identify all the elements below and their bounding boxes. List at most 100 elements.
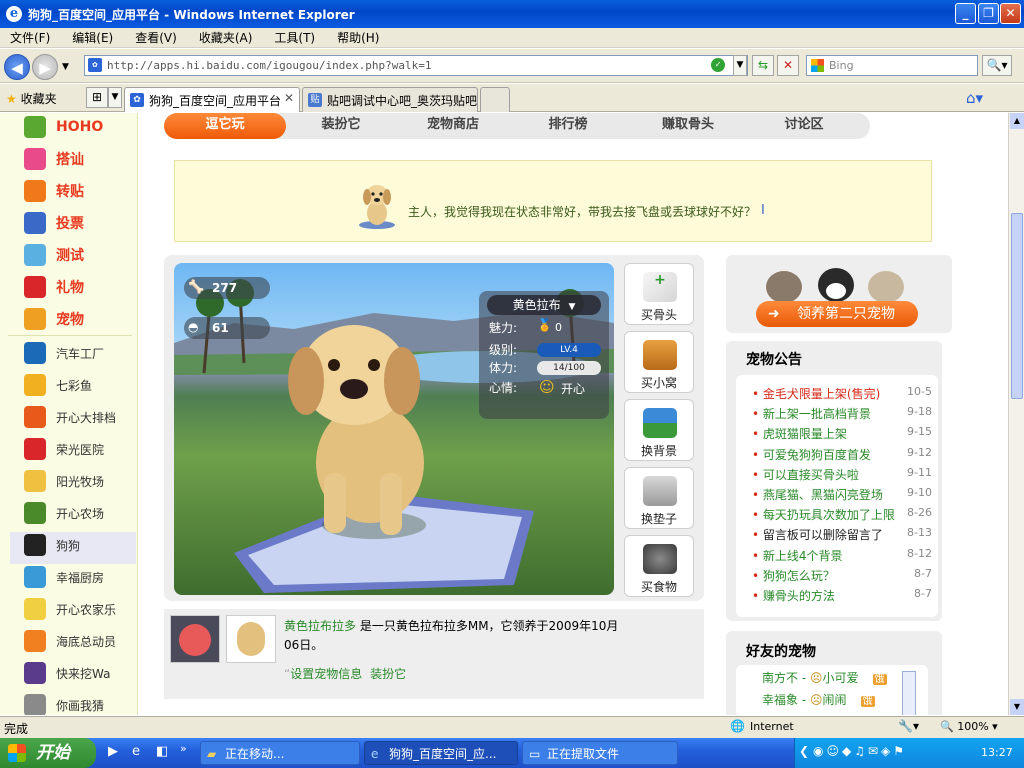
home-icon[interactable]: ⌂▾: [966, 89, 983, 107]
pet-speech-text: 主人，我觉得我现在状态非常好，带我去接飞盘或丢球球好不好？: [408, 205, 757, 219]
history-dropdown-icon[interactable]: ▼: [62, 62, 69, 72]
pet-name-link[interactable]: 黄色拉布拉多: [284, 619, 356, 633]
sidebar-app-item[interactable]: 快来挖Wa: [24, 659, 110, 687]
change-mat-button[interactable]: 换垫子: [624, 467, 694, 529]
start-button[interactable]: 开始: [0, 738, 96, 768]
sidebar-app-item[interactable]: 你画我猜: [24, 691, 104, 715]
sidebar-item[interactable]: 投票: [24, 209, 84, 237]
sidebar-item[interactable]: 礼物: [24, 273, 84, 301]
announcement-item[interactable]: • 可爱兔狗狗百度首发 9-12: [752, 446, 932, 463]
address-input[interactable]: ✿ http://apps.hi.baidu.com/igougou/index…: [84, 55, 748, 76]
pet-actions: “设置宠物信息 装扮它: [284, 667, 407, 681]
menu-help[interactable]: 帮助(H): [337, 29, 379, 46]
announcement-item[interactable]: • 每天扔玩具次数加了上限 8-26: [752, 506, 932, 523]
tray-icons[interactable]: ◉☺◆♫✉◈⚑: [813, 744, 907, 758]
sidebar-app-item[interactable]: 狗狗: [24, 531, 80, 559]
zoom-level[interactable]: 🔍 100% ▾: [940, 720, 998, 733]
announcement-item[interactable]: • 留言板可以删除留言了 8-13: [752, 526, 932, 543]
friends-scrollbar[interactable]: [902, 671, 916, 715]
sidebar-app-item[interactable]: 幸福厨房: [24, 563, 104, 591]
pet-thumbnail-1[interactable]: [170, 615, 220, 663]
pet-name-selector[interactable]: 黄色拉布 ▼: [487, 295, 601, 315]
sidebar-app-item[interactable]: 开心农场: [24, 499, 104, 527]
friend-pet-item[interactable]: 南方不 - ☹小可爱 饿: [762, 669, 887, 686]
tab-tieba[interactable]: 贴 贴吧调试中心吧_奥茨玛贴吧: [302, 87, 478, 112]
scroll-thumb[interactable]: [1011, 213, 1023, 399]
buy-food-button[interactable]: 买食物: [624, 535, 694, 597]
quicklaunch-more-icon[interactable]: »: [180, 742, 187, 755]
search-input[interactable]: Bing: [806, 55, 978, 76]
adopt-second-pet-button[interactable]: ➜ 领养第二只宠物: [756, 301, 918, 327]
task-extracting[interactable]: ▭ 正在提取文件: [522, 741, 678, 765]
sidebar-app-item[interactable]: 海底总动员: [24, 627, 116, 655]
close-button[interactable]: ✕: [1000, 3, 1021, 24]
stop-button[interactable]: ✕: [777, 55, 799, 76]
tab-play[interactable]: 逗它玩: [164, 113, 286, 139]
announcement-item[interactable]: • 新上线4个背景 8-12: [752, 547, 932, 564]
sidebar-item[interactable]: 测试: [24, 241, 84, 269]
menu-edit[interactable]: 编辑(E): [72, 29, 113, 46]
ie-quicklaunch-icon[interactable]: e: [132, 744, 140, 759]
page-scrollbar[interactable]: ▲ ▼: [1008, 113, 1024, 715]
announcement-item[interactable]: • 金毛犬限量上架(售完) 10-5: [752, 385, 932, 402]
friend-pet-item[interactable]: 幸福象 - ☹闹闹 饿: [762, 691, 875, 708]
sidebar-app-item[interactable]: 开心农家乐: [24, 595, 116, 623]
dress-link[interactable]: 装扮它: [370, 667, 406, 681]
sidebar-app-item[interactable]: 开心大排档: [24, 403, 116, 431]
settings-link[interactable]: 设置宠物信息: [290, 667, 362, 681]
menu-favorites[interactable]: 收藏夹(A): [199, 29, 253, 46]
tab-ranking[interactable]: 排行榜: [510, 113, 626, 139]
forward-button[interactable]: ▶: [32, 54, 58, 80]
tab-list-dropdown-icon[interactable]: ▼: [108, 87, 122, 108]
sidebar-app-item[interactable]: 荣光医院: [24, 435, 104, 463]
tab-pet-shop[interactable]: 宠物商店: [396, 113, 510, 139]
tab-dress[interactable]: 装扮它: [286, 113, 396, 139]
tab-dog-page[interactable]: ✿ 狗狗_百度空间_应用平台 ✕: [124, 87, 300, 112]
sidebar-item[interactable]: HOHO: [24, 113, 103, 141]
restore-button[interactable]: ❐: [978, 3, 999, 24]
minimize-button[interactable]: _: [955, 3, 976, 24]
scroll-up-icon[interactable]: ▲: [1010, 113, 1024, 129]
desktop-quicklaunch-icon[interactable]: ◧: [156, 744, 168, 759]
fish-icon: [24, 374, 46, 396]
back-button[interactable]: ◀: [4, 54, 30, 80]
announcement-item[interactable]: • 可以直接买骨头啦 9-11: [752, 466, 932, 483]
announcement-item[interactable]: • 新上架一批高档背景 9-18: [752, 405, 932, 422]
announcement-item[interactable]: • 赚骨头的方法 8-7: [752, 587, 932, 604]
task-moving[interactable]: ▰ 正在移动...: [200, 741, 360, 765]
sidebar-item[interactable]: 宠物: [24, 305, 84, 333]
scroll-down-icon[interactable]: ▼: [1010, 699, 1024, 715]
new-tab-button[interactable]: [480, 87, 510, 112]
change-background-button[interactable]: 换背景: [624, 399, 694, 461]
search-button[interactable]: 🔍▾: [982, 55, 1012, 76]
sidebar-app-item[interactable]: 七彩鱼: [24, 371, 92, 399]
announcement-item[interactable]: • 狗狗怎么玩？ 8-7: [752, 567, 932, 584]
menu-file[interactable]: 文件(F): [10, 29, 50, 46]
menu-tools[interactable]: 工具(T): [274, 29, 315, 46]
sidebar-item[interactable]: 搭讪: [24, 145, 84, 173]
tab-discussion[interactable]: 讨论区: [750, 113, 858, 139]
task-ie-dog[interactable]: e 狗狗_百度空间_应...: [364, 741, 518, 765]
announcement-item[interactable]: • 虎斑猫限量上架 9-15: [752, 425, 932, 442]
address-dropdown-icon[interactable]: ▼: [733, 55, 747, 76]
tab-earn-bones[interactable]: 赚取骨头: [626, 113, 750, 139]
announcement-item[interactable]: • 燕尾猫、黑猫闪亮登场 9-10: [752, 486, 932, 503]
protected-mode-icon[interactable]: 🔧▾: [898, 719, 919, 733]
buy-kennel-button[interactable]: 买小窝: [624, 331, 694, 393]
refresh-button[interactable]: ⇆: [752, 55, 774, 76]
pet-scene[interactable]: 🦴 277 ◓ 61 黄色拉布 ▼ 魅力: 🏅 0 级别: LV.4 体力: 1…: [174, 263, 614, 595]
sidebar-app-item[interactable]: 阳光牧场: [24, 467, 104, 495]
buy-bones-button[interactable]: + 买骨头: [624, 263, 694, 325]
pet-speech-bar: 主人，我觉得我现在状态非常好，带我去接飞盘或丢球球好不好？ Ι: [174, 160, 932, 242]
sidebar-item[interactable]: 转贴: [24, 177, 84, 205]
sidebar-app-item[interactable]: 汽车工厂: [24, 339, 104, 367]
tab-close-icon[interactable]: ✕: [284, 91, 294, 105]
menu-view[interactable]: 查看(V): [135, 29, 177, 46]
media-player-icon[interactable]: ▶: [108, 744, 118, 759]
tray-expand-icon[interactable]: ❮: [799, 744, 809, 758]
favorites-button[interactable]: ★ 收藏夹: [6, 90, 57, 107]
security-shield-icon[interactable]: ✓: [711, 58, 725, 72]
charm-value: 0: [555, 321, 562, 334]
pet-thumbnail-2[interactable]: [226, 615, 276, 663]
quick-tabs-icon[interactable]: ⊞: [86, 87, 108, 108]
